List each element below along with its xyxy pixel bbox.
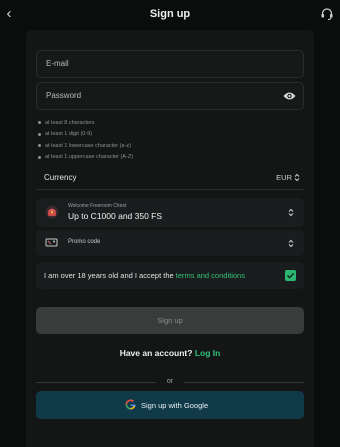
bonus-title: Up to C1000 and 350 FS (68, 211, 163, 221)
google-signup-button[interactable]: Sign up with Google (36, 391, 304, 419)
login-link[interactable]: Log In (195, 348, 221, 358)
bullet-icon (38, 132, 41, 136)
email-placeholder: E-mail (46, 59, 69, 68)
terms-checkbox[interactable] (285, 270, 296, 281)
promo-code-select[interactable]: Promo code (36, 230, 304, 256)
signup-button[interactable]: Sign up (36, 307, 304, 334)
password-rules-list: at least 8 characters at least 1 digit (… (38, 117, 133, 163)
bonus-select[interactable]: Welcome Freeroom Chest Up to C1000 and 3… (36, 198, 304, 227)
password-field[interactable]: Password (36, 82, 304, 110)
password-rule: at least 8 characters (38, 117, 133, 129)
top-bar: ‹ Sign up (0, 0, 340, 30)
promo-code-label: Promo code (68, 239, 101, 245)
show-password-eye-icon[interactable] (283, 91, 296, 101)
treasure-chest-icon (45, 205, 59, 219)
terms-text: I am over 18 years old and I accept the … (44, 271, 245, 280)
currency-label: Currency (44, 173, 77, 182)
currency-value: EUR (276, 173, 292, 182)
password-rule: at least 1 uppercase character (A-Z) (38, 152, 133, 164)
password-rule: at least 1 digit (0-9) (38, 129, 133, 141)
email-field[interactable]: E-mail (36, 50, 304, 78)
terms-agreement: I am over 18 years old and I accept the … (36, 262, 304, 289)
bullet-icon (38, 144, 41, 148)
promo-ticket-icon (45, 238, 58, 247)
currency-select[interactable]: Currency EUR (36, 165, 304, 190)
headset-icon[interactable] (320, 7, 334, 21)
or-divider: or (36, 378, 304, 386)
bonus-caption: Welcome Freeroom Chest (68, 203, 127, 209)
terms-link[interactable]: terms and conditions (176, 271, 245, 280)
have-account-row: Have an account? Log In (0, 348, 340, 358)
updown-chevron-icon (294, 173, 300, 182)
bullet-icon (38, 121, 41, 125)
password-placeholder: Password (46, 91, 82, 100)
page-title: Sign up (149, 8, 191, 20)
updown-chevron-icon (288, 239, 294, 248)
google-signup-label: Sign up with Google (141, 401, 209, 410)
updown-chevron-icon (288, 208, 294, 217)
bullet-icon (38, 155, 41, 159)
have-account-text: Have an account? (119, 348, 193, 358)
password-rule: at least 1 lowercase character (a-z) (38, 140, 133, 152)
divider-line (184, 382, 304, 383)
google-icon (125, 399, 136, 410)
